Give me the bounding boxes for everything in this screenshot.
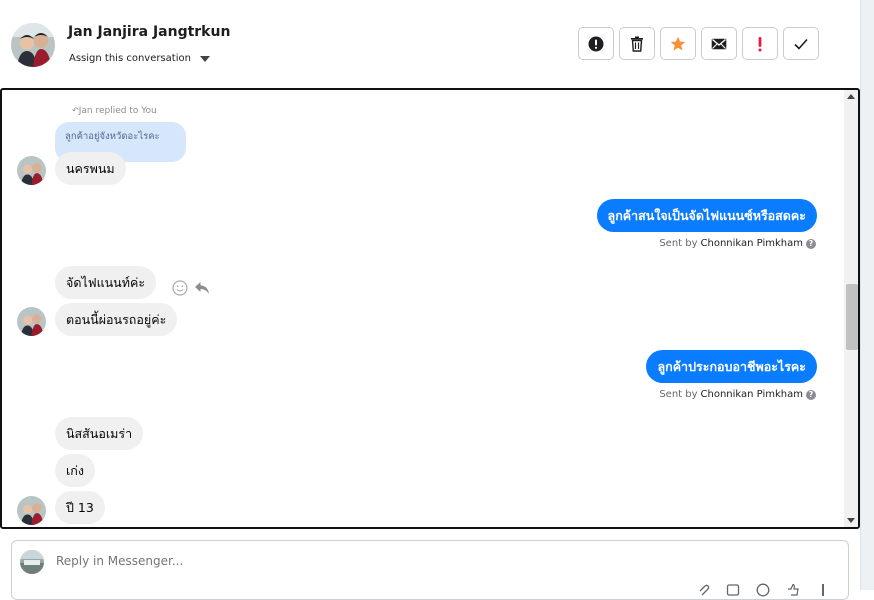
help-icon[interactable]: ? <box>806 238 816 249</box>
like-icon[interactable] <box>786 583 800 597</box>
mark-done-button[interactable] <box>783 27 819 60</box>
envelope-icon <box>711 38 727 49</box>
attachment-icon[interactable] <box>696 583 710 597</box>
contact-avatar[interactable] <box>11 23 55 67</box>
message-incoming[interactable]: นครพนม <box>55 152 126 185</box>
side-panel-edge <box>860 0 874 590</box>
composer-toolbar <box>696 583 830 597</box>
message-incoming[interactable]: ปี 13 <box>55 491 105 524</box>
message-outgoing[interactable]: ลูกค้าสนใจเป็นจัดไฟแนนซ์หรือสดคะ <box>596 199 817 232</box>
contact-name[interactable]: Jan Janjira Jangtrkun <box>68 24 230 40</box>
assign-conversation-dropdown[interactable]: Assign this conversation <box>69 53 210 64</box>
exclamation-icon <box>758 36 762 51</box>
message-incoming[interactable]: จัดไฟแนนท์ค่ะ <box>55 266 157 299</box>
sender-avatar <box>17 156 46 185</box>
assign-label: Assign this conversation <box>69 53 191 64</box>
scroll-down-arrow-icon[interactable] <box>847 518 855 523</box>
message-outgoing[interactable]: ลูกค้าประกอบอาชีพอะไรคะ <box>646 350 817 383</box>
reply-input[interactable] <box>56 554 656 568</box>
star-icon <box>670 36 686 50</box>
scroll-up-arrow-icon[interactable] <box>847 94 855 99</box>
emoji-icon[interactable] <box>756 583 770 597</box>
message-incoming[interactable]: ตอนนี้ผ่อนรถอยู่ค่ะ <box>55 303 178 336</box>
message-hover-actions <box>172 280 210 296</box>
saved-reply-icon[interactable] <box>726 583 740 597</box>
smiley-icon[interactable] <box>172 280 188 296</box>
reply-arrow-icon: ↶ <box>72 106 79 115</box>
more-icon[interactable] <box>816 583 830 597</box>
sender-name[interactable]: Chonnikan Pimkham <box>701 389 803 400</box>
sender-avatar <box>17 496 46 525</box>
check-icon <box>794 38 808 50</box>
caret-down-icon <box>199 55 210 62</box>
sender-avatar <box>17 307 46 336</box>
mark-unread-button[interactable] <box>701 27 737 60</box>
sent-by-label: Sent by Chonnikan Pimkham ? <box>659 238 816 249</box>
message-thread[interactable]: ↶Jan replied to You ลูกค้าอยู่จังหวัดอะไ… <box>0 88 860 529</box>
mark-spam-button[interactable] <box>578 27 614 60</box>
page-avatar <box>20 550 44 574</box>
replied-label: ↶Jan replied to You <box>72 106 157 116</box>
star-button[interactable] <box>660 27 696 60</box>
delete-button[interactable] <box>619 27 655 60</box>
help-icon[interactable]: ? <box>806 389 816 400</box>
follow-up-button[interactable] <box>742 27 778 60</box>
reply-icon[interactable] <box>194 281 210 295</box>
message-incoming[interactable]: เก่ง <box>55 454 95 487</box>
sender-name[interactable]: Chonnikan Pimkham <box>701 238 803 249</box>
scrollbar-thumb[interactable] <box>846 284 858 350</box>
message-incoming[interactable]: นิสสันอเมร่า <box>55 417 144 450</box>
conversation-actions <box>578 27 819 60</box>
conversation-page: Jan Janjira Jangtrkun Assign this conver… <box>0 0 860 600</box>
sent-by-label: Sent by Chonnikan Pimkham ? <box>659 389 816 400</box>
reply-composer <box>11 540 849 600</box>
trash-icon <box>631 36 643 52</box>
alert-circle-icon <box>588 36 604 51</box>
thread-scrollbar[interactable] <box>844 90 858 527</box>
